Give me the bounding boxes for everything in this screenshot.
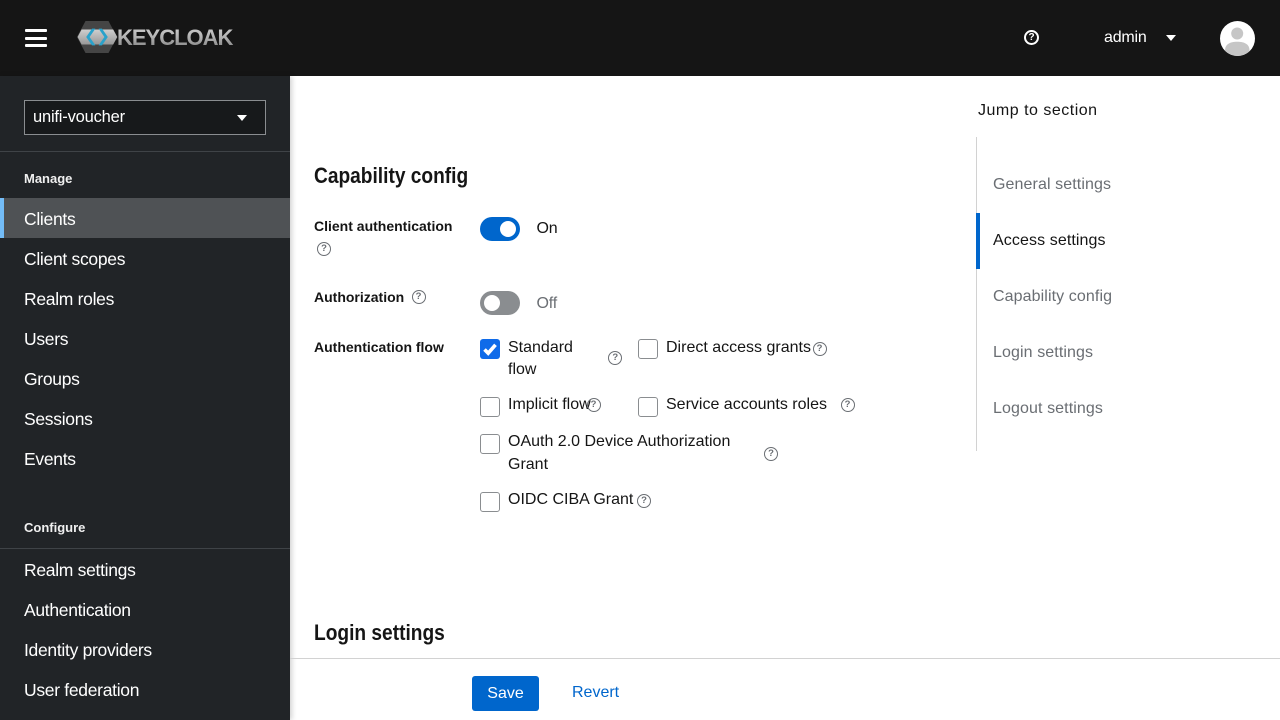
svg-text:KEYCLOAK: KEYCLOAK bbox=[117, 25, 234, 50]
